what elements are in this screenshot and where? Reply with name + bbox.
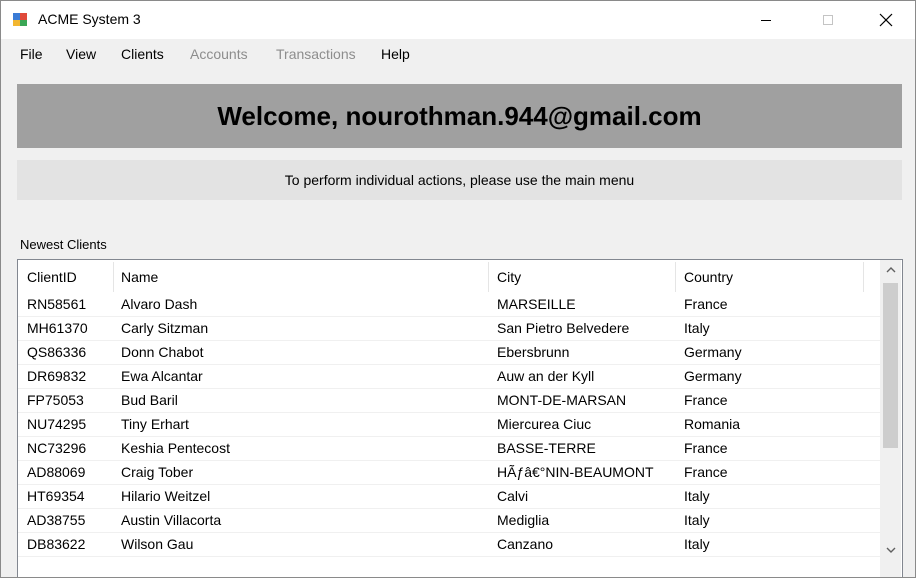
cell-city: MONT-DE-MARSAN: [497, 392, 627, 408]
minimize-button[interactable]: [743, 1, 789, 39]
scroll-thumb[interactable]: [883, 283, 898, 448]
cell-client-id: NC73296: [27, 440, 87, 456]
chevron-up-icon: [886, 267, 895, 273]
column-header-clientid[interactable]: ClientID: [27, 269, 77, 285]
cell-country: Germany: [684, 368, 742, 384]
cell-city: San Pietro Belvedere: [497, 320, 630, 336]
cell-country: France: [684, 440, 728, 456]
column-header-city[interactable]: City: [497, 269, 521, 285]
table-row[interactable]: FP75053 Bud Baril MONT-DE-MARSAN France: [18, 389, 880, 413]
cell-client-id: FP75053: [27, 392, 84, 408]
column-divider[interactable]: [863, 262, 864, 292]
cell-country: Germany: [684, 344, 742, 360]
column-divider[interactable]: [488, 262, 489, 292]
menu-bar: File View Clients Accounts Transactions …: [1, 39, 915, 69]
cell-country: Italy: [684, 488, 710, 504]
window-title: ACME System 3: [38, 11, 141, 27]
app-window: ACME System 3 File View Clients Accounts…: [0, 0, 916, 578]
cell-country: Romania: [684, 416, 741, 432]
table-row[interactable]: MH61370 Carly Sitzman San Pietro Belvede…: [18, 317, 880, 341]
grid-header: ClientID Name City Country: [18, 260, 880, 292]
cell-country: Italy: [684, 320, 710, 336]
close-button[interactable]: [863, 1, 909, 39]
cell-name: Wilson Gau: [121, 536, 194, 552]
cell-client-id: HT69354: [27, 488, 85, 504]
table-row[interactable]: AD88069 Craig Tober HÃƒâ€°NIN-BEAUMONT F…: [18, 461, 880, 485]
cell-city: BASSE-TERRE: [497, 440, 596, 456]
cell-client-id: RN58561: [27, 296, 87, 312]
cell-city: Mediglia: [497, 512, 550, 528]
table-row[interactable]: DR69832 Ewa Alcantar Auw an der Kyll Ger…: [18, 365, 880, 389]
chevron-down-icon: [886, 547, 895, 553]
menu-file[interactable]: File: [20, 46, 43, 62]
cell-city: Auw an der Kyll: [497, 368, 595, 384]
menu-accounts[interactable]: Accounts: [190, 46, 248, 62]
cell-name: Keshia Pentecost: [121, 440, 230, 456]
maximize-icon: [823, 15, 833, 25]
table-row[interactable]: AD38755 Austin Villacorta Mediglia Italy: [18, 509, 880, 533]
table-row[interactable]: QS86336 Donn Chabot Ebersbrunn Germany: [18, 341, 880, 365]
cell-name: Ewa Alcantar: [121, 368, 203, 384]
clients-grid[interactable]: ClientID Name City Country RN58561 Alvar…: [17, 259, 903, 577]
menu-help[interactable]: Help: [381, 46, 410, 62]
cell-name: Craig Tober: [121, 464, 194, 480]
cell-city: Calvi: [497, 488, 529, 504]
table-row[interactable]: NU74295 Tiny Erhart Miercurea Ciuc Roman…: [18, 413, 880, 437]
cell-client-id: AD38755: [27, 512, 86, 528]
cell-client-id: QS86336: [27, 344, 87, 360]
menu-clients[interactable]: Clients: [121, 46, 164, 62]
cell-country: France: [684, 392, 728, 408]
cell-client-id: NU74295: [27, 416, 87, 432]
cell-name: Tiny Erhart: [121, 416, 189, 432]
table-row[interactable]: NC73296 Keshia Pentecost BASSE-TERRE Fra…: [18, 437, 880, 461]
cell-name: Austin Villacorta: [121, 512, 222, 528]
cell-client-id: DR69832: [27, 368, 87, 384]
welcome-banner: Welcome, nourothman.944@gmail.com: [17, 84, 902, 148]
table-row[interactable]: DB83622 Wilson Gau Canzano Italy: [18, 533, 880, 557]
newest-clients-label: Newest Clients: [20, 237, 107, 252]
table-row[interactable]: RN58561 Alvaro Dash MARSEILLE France: [18, 293, 880, 317]
app-icon: [13, 13, 27, 26]
column-header-country[interactable]: Country: [684, 269, 733, 285]
column-divider[interactable]: [113, 262, 114, 292]
cell-client-id: DB83622: [27, 536, 86, 552]
cell-city: Canzano: [497, 536, 554, 552]
cell-name: Bud Baril: [121, 392, 178, 408]
cell-client-id: MH61370: [27, 320, 88, 336]
cell-city: Miercurea Ciuc: [497, 416, 592, 432]
scroll-up-button[interactable]: [880, 260, 901, 280]
title-bar[interactable]: ACME System 3: [1, 1, 915, 39]
maximize-button[interactable]: [805, 1, 851, 39]
cell-name: Alvaro Dash: [121, 296, 198, 312]
cell-city: MARSEILLE: [497, 296, 576, 312]
vertical-scrollbar[interactable]: [880, 260, 901, 577]
column-divider[interactable]: [675, 262, 676, 292]
close-icon: [879, 13, 893, 27]
cell-city: Ebersbrunn: [497, 344, 570, 360]
welcome-text: Welcome, nourothman.944@gmail.com: [217, 100, 702, 131]
cell-country: Italy: [684, 512, 710, 528]
info-text: To perform individual actions, please us…: [284, 172, 635, 188]
menu-view[interactable]: View: [66, 46, 96, 62]
table-row[interactable]: HT69354 Hilario Weitzel Calvi Italy: [18, 485, 880, 509]
cell-country: France: [684, 464, 728, 480]
cell-country: France: [684, 296, 728, 312]
row-divider: [18, 556, 880, 557]
cell-name: Carly Sitzman: [121, 320, 209, 336]
info-banner: To perform individual actions, please us…: [17, 160, 902, 200]
cell-city: HÃƒâ€°NIN-BEAUMONT: [497, 464, 654, 480]
cell-client-id: AD88069: [27, 464, 86, 480]
menu-transactions[interactable]: Transactions: [276, 46, 356, 62]
cell-country: Italy: [684, 536, 710, 552]
column-header-name[interactable]: Name: [121, 269, 158, 285]
minimize-icon: [761, 20, 771, 21]
cell-name: Hilario Weitzel: [121, 488, 211, 504]
scroll-down-button[interactable]: [880, 540, 901, 560]
cell-name: Donn Chabot: [121, 344, 204, 360]
